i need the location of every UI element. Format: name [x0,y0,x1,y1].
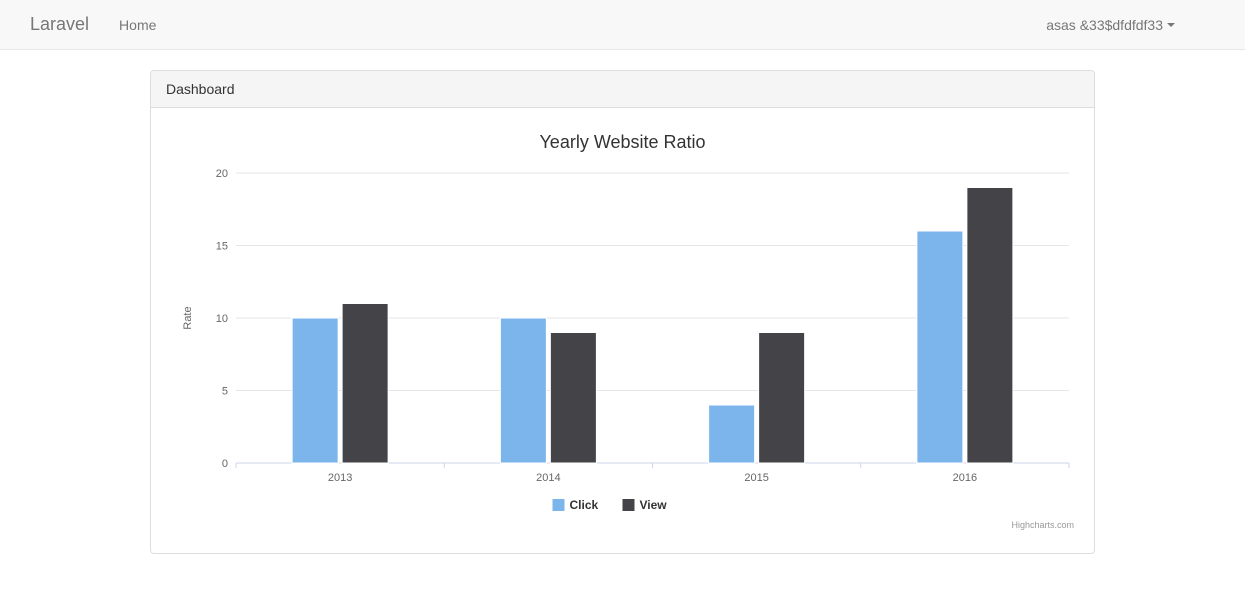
user-label: asas &33$dfdfdf33 [1046,17,1163,33]
legend-label[interactable]: Click [570,498,599,512]
navbar-right: asas &33$dfdfdf33 [1046,17,1230,33]
x-tick-label: 2015 [744,472,768,484]
bar[interactable] [709,405,755,463]
navbar: Laravel Home asas &33$dfdfdf33 [0,0,1245,50]
x-tick-label: 2013 [328,472,352,484]
legend-swatch[interactable] [553,499,565,511]
bar[interactable] [342,304,388,464]
main-container: Dashboard Yearly Website Ratio 0 5 10 15 20 Ra… [150,70,1095,554]
y-tick-label: 0 [222,458,228,470]
y-tick-label: 10 [216,313,228,325]
chart-title: Yearly Website Ratio [539,132,705,152]
user-dropdown[interactable]: asas &33$dfdfdf33 [1046,17,1175,33]
y-axis-label: Rate [182,306,194,329]
chevron-down-icon [1167,23,1175,27]
chart: Yearly Website Ratio 0 5 10 15 20 Rate 2013 2014… [166,123,1079,543]
legend-label[interactable]: View [640,498,668,512]
legend-swatch[interactable] [623,499,635,511]
navbar-left: Laravel Home [15,14,171,35]
y-tick-label: 15 [216,241,228,253]
bar[interactable] [550,333,596,464]
brand-link[interactable]: Laravel [15,14,104,35]
y-tick-label: 20 [216,168,228,180]
panel-body: Yearly Website Ratio 0 5 10 15 20 Rate 2013 2014… [151,108,1094,553]
bar[interactable] [967,188,1013,464]
y-tick-label: 5 [222,386,228,398]
bar[interactable] [759,333,805,464]
x-tick-label: 2014 [536,472,560,484]
dashboard-panel: Dashboard Yearly Website Ratio 0 5 10 15 20 Ra… [150,70,1095,554]
x-tick-label: 2016 [953,472,977,484]
bar[interactable] [292,318,338,463]
bar[interactable] [917,231,963,463]
chart-credits[interactable]: Highcharts.com [1011,520,1074,530]
bar[interactable] [500,318,546,463]
panel-heading: Dashboard [151,71,1094,108]
nav-home-link[interactable]: Home [104,17,171,33]
